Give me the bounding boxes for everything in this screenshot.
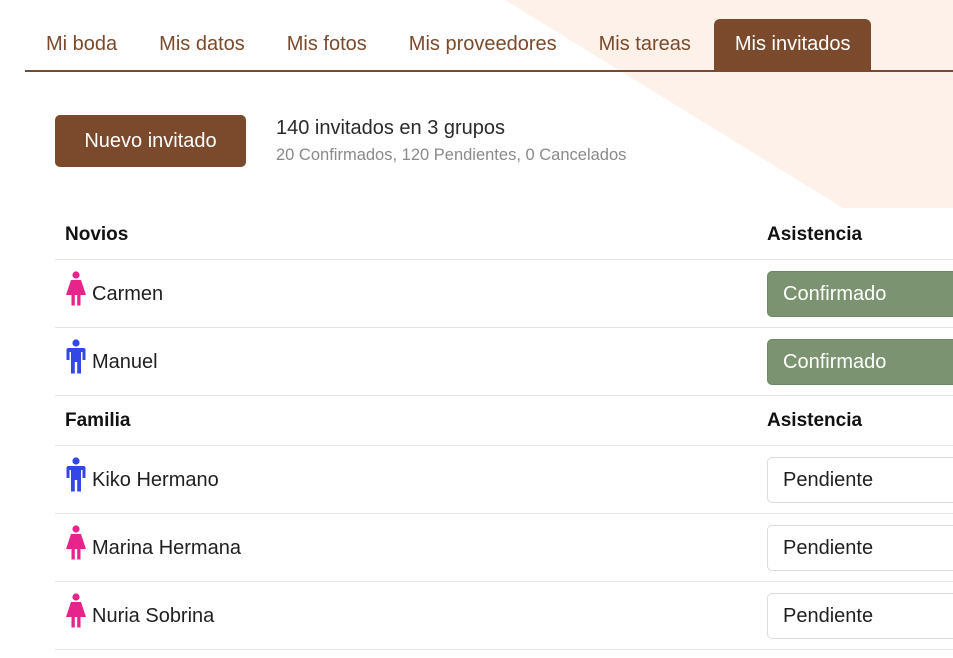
tab-mis-tareas[interactable]: Mis tareas: [578, 19, 712, 70]
attendance-status-select[interactable]: Pendiente: [767, 525, 953, 571]
guest-row: Carmen Confirmado: [55, 260, 953, 328]
group-header-row: Novios Asistencia: [55, 210, 953, 260]
guest-row: Manuel Confirmado: [55, 328, 953, 396]
attendance-header: Asistencia: [767, 224, 863, 245]
guest-table: Novios Asistencia Carmen Confirmado Manu…: [55, 210, 953, 650]
male-icon: [66, 339, 86, 374]
tab-mis-datos[interactable]: Mis datos: [138, 19, 266, 70]
tab-mis-proveedores[interactable]: Mis proveedores: [388, 19, 578, 70]
attendance-status-select[interactable]: Pendiente: [767, 593, 953, 639]
nav-tabs: Mi boda Mis datos Mis fotos Mis proveedo…: [25, 19, 953, 72]
group-header-row: Familia Asistencia: [55, 396, 953, 446]
female-icon: [66, 593, 86, 628]
guest-name: Manuel: [92, 351, 158, 373]
guest-row: Kiko Hermano Pendiente: [55, 446, 953, 514]
guest-summary-subtitle: 20 Confirmados, 120 Pendientes, 0 Cancel…: [276, 146, 627, 164]
tab-mi-boda[interactable]: Mi boda: [25, 19, 138, 70]
guest-row: Marina Hermana Pendiente: [55, 514, 953, 582]
guest-row: Nuria Sobrina Pendiente: [55, 582, 953, 650]
guest-name: Kiko Hermano: [92, 469, 219, 491]
male-icon: [66, 457, 86, 492]
tab-mis-fotos[interactable]: Mis fotos: [266, 19, 388, 70]
group-name: Novios: [65, 224, 129, 245]
guest-name: Nuria Sobrina: [92, 605, 215, 627]
female-icon: [66, 525, 86, 560]
attendance-status-select[interactable]: Confirmado: [767, 271, 953, 317]
attendance-header: Asistencia: [767, 410, 863, 431]
female-icon: [66, 271, 86, 306]
attendance-status-select[interactable]: Pendiente: [767, 457, 953, 503]
group-name: Familia: [65, 410, 131, 431]
tab-mis-invitados[interactable]: Mis invitados: [713, 19, 872, 70]
guest-summary-title: 140 invitados en 3 grupos: [276, 117, 506, 139]
guest-name: Carmen: [92, 283, 164, 305]
new-guest-button[interactable]: Nuevo invitado: [55, 115, 246, 167]
attendance-status-select[interactable]: Confirmado: [767, 339, 953, 385]
guest-name: Marina Hermana: [92, 537, 241, 559]
